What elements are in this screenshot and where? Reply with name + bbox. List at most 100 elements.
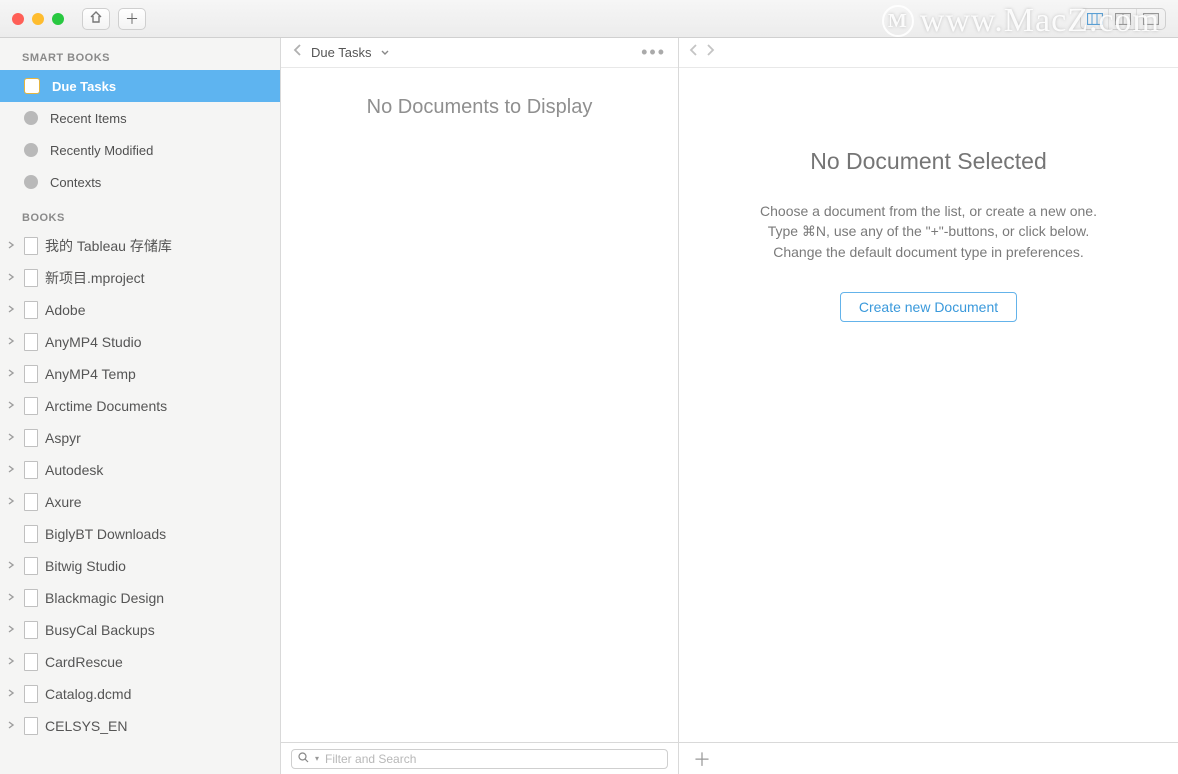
disclosure-triangle-icon[interactable]	[7, 433, 17, 444]
sidebar-book-item[interactable]: 新项目.mproject	[0, 262, 280, 294]
disclosure-triangle-icon[interactable]	[7, 497, 17, 508]
disclosure-triangle-icon[interactable]	[7, 561, 17, 572]
main-content: SMART BOOKS Due Tasks Recent Items Recentl…	[0, 38, 1178, 774]
view-mode-two-pane[interactable]	[1109, 9, 1137, 29]
detail-footer: ＋	[679, 742, 1178, 774]
disclosure-triangle-icon[interactable]	[7, 625, 17, 636]
document-icon	[24, 237, 38, 255]
sidebar-item-label: 我的 Tableau 存储库	[45, 236, 172, 256]
disclosure-triangle-icon[interactable]	[7, 369, 17, 380]
disclosure-triangle-icon[interactable]	[7, 305, 17, 316]
sidebar-item-label: Blackmagic Design	[45, 590, 164, 606]
sidebar-smartbook-item[interactable]: Contexts	[0, 166, 280, 198]
sidebar-item-label: Bitwig Studio	[45, 558, 126, 574]
document-icon	[24, 653, 38, 671]
sidebar-book-item[interactable]: CELSYS_EN	[0, 710, 280, 742]
disclosure-triangle-icon[interactable]	[7, 241, 17, 252]
document-list-title[interactable]: Due Tasks	[311, 45, 371, 60]
disclosure-triangle-icon[interactable]	[7, 657, 17, 668]
traffic-lights	[12, 13, 64, 25]
close-window-button[interactable]	[12, 13, 24, 25]
more-options-button[interactable]: •••	[641, 42, 666, 63]
sidebar: SMART BOOKS Due Tasks Recent Items Recentl…	[0, 38, 281, 774]
section-header-smart-books: SMART BOOKS	[0, 38, 280, 70]
sidebar-book-item[interactable]: AnyMP4 Studio	[0, 326, 280, 358]
detail-empty-title: No Document Selected	[810, 148, 1047, 175]
document-list-header: Due Tasks •••	[281, 38, 678, 68]
sidebar-book-item[interactable]: Adobe	[0, 294, 280, 326]
document-icon	[24, 525, 38, 543]
sidebar-book-item[interactable]: Bitwig Studio	[0, 550, 280, 582]
sidebar-item-label: 新项目.mproject	[45, 268, 145, 288]
detail-help-line-2: Type ⌘N, use any of the "+"-buttons, or …	[768, 221, 1090, 241]
window-titlebar: ＋	[0, 0, 1178, 38]
sidebar-item-label: BiglyBT Downloads	[45, 526, 166, 542]
search-box[interactable]: ▾	[291, 749, 668, 769]
back-button[interactable]	[293, 43, 303, 62]
detail-forward-button[interactable]	[705, 43, 715, 62]
document-list-footer: ▾	[281, 742, 678, 774]
due-tasks-icon	[24, 78, 40, 94]
detail-header	[679, 38, 1178, 68]
search-input[interactable]	[325, 752, 661, 766]
minimize-window-button[interactable]	[32, 13, 44, 25]
document-icon	[24, 333, 38, 351]
sidebar-book-item[interactable]: Catalog.dcmd	[0, 678, 280, 710]
disclosure-triangle-icon[interactable]	[7, 689, 17, 700]
sidebar-book-item[interactable]: BiglyBT Downloads	[0, 518, 280, 550]
sidebar-smartbook-item[interactable]: Recent Items	[0, 102, 280, 134]
sidebar-item-label: Due Tasks	[52, 79, 116, 94]
detail-back-button[interactable]	[689, 43, 699, 62]
detail-body: No Document Selected Choose a document f…	[679, 68, 1178, 742]
disclosure-triangle-icon[interactable]	[7, 465, 17, 476]
sidebar-item-label: Autodesk	[45, 462, 103, 478]
document-icon	[24, 397, 38, 415]
sidebar-item-label: Recently Modified	[50, 143, 153, 158]
detail-pane: No Document Selected Choose a document f…	[679, 38, 1178, 774]
create-document-button[interactable]: Create new Document	[840, 292, 1017, 322]
home-button[interactable]	[82, 8, 110, 30]
disclosure-triangle-icon[interactable]	[7, 337, 17, 348]
document-list-pane: Due Tasks ••• No Documents to Display ▾	[281, 38, 679, 774]
chevron-down-icon[interactable]	[381, 48, 389, 58]
maximize-window-button[interactable]	[52, 13, 64, 25]
add-button[interactable]: ＋	[693, 746, 711, 772]
sidebar-book-item[interactable]: 我的 Tableau 存储库	[0, 230, 280, 262]
sidebar-item-label: Axure	[45, 494, 82, 510]
document-icon	[24, 365, 38, 383]
document-icon	[24, 589, 38, 607]
sidebar-item-label: Arctime Documents	[45, 398, 167, 414]
empty-list-message: No Documents to Display	[367, 96, 593, 119]
disclosure-triangle-icon[interactable]	[7, 401, 17, 412]
new-tab-button[interactable]: ＋	[118, 8, 146, 30]
sidebar-book-item[interactable]: Axure	[0, 486, 280, 518]
sidebar-item-label: Catalog.dcmd	[45, 686, 131, 702]
view-mode-single-pane[interactable]	[1137, 9, 1165, 29]
disclosure-triangle-icon[interactable]	[7, 721, 17, 732]
sidebar-item-label: CardRescue	[45, 654, 123, 670]
disclosure-triangle-icon[interactable]	[7, 593, 17, 604]
sidebar-smartbook-item[interactable]: Recently Modified	[0, 134, 280, 166]
sidebar-book-item[interactable]: Blackmagic Design	[0, 582, 280, 614]
sidebar-book-item[interactable]: Autodesk	[0, 454, 280, 486]
search-dropdown-icon[interactable]: ▾	[315, 754, 319, 763]
view-mode-three-pane[interactable]	[1081, 9, 1109, 29]
sidebar-book-item[interactable]: Aspyr	[0, 422, 280, 454]
document-icon	[24, 621, 38, 639]
document-list-body: No Documents to Display	[281, 68, 678, 742]
sidebar-book-item[interactable]: Arctime Documents	[0, 390, 280, 422]
document-icon	[24, 685, 38, 703]
sidebar-book-item[interactable]: CardRescue	[0, 646, 280, 678]
sidebar-book-item[interactable]: AnyMP4 Temp	[0, 358, 280, 390]
sidebar-item-label: Adobe	[45, 302, 85, 318]
disclosure-triangle-icon[interactable]	[7, 273, 17, 284]
sidebar-item-label: Contexts	[50, 175, 101, 190]
circle-icon	[24, 175, 38, 189]
sidebar-book-item[interactable]: BusyCal Backups	[0, 614, 280, 646]
detail-help-line-3: Change the default document type in pref…	[773, 242, 1084, 262]
circle-icon	[24, 111, 38, 125]
sidebar-item-label: AnyMP4 Temp	[45, 366, 136, 382]
document-icon	[24, 429, 38, 447]
sidebar-smartbook-item[interactable]: Due Tasks	[0, 70, 280, 102]
document-icon	[24, 301, 38, 319]
